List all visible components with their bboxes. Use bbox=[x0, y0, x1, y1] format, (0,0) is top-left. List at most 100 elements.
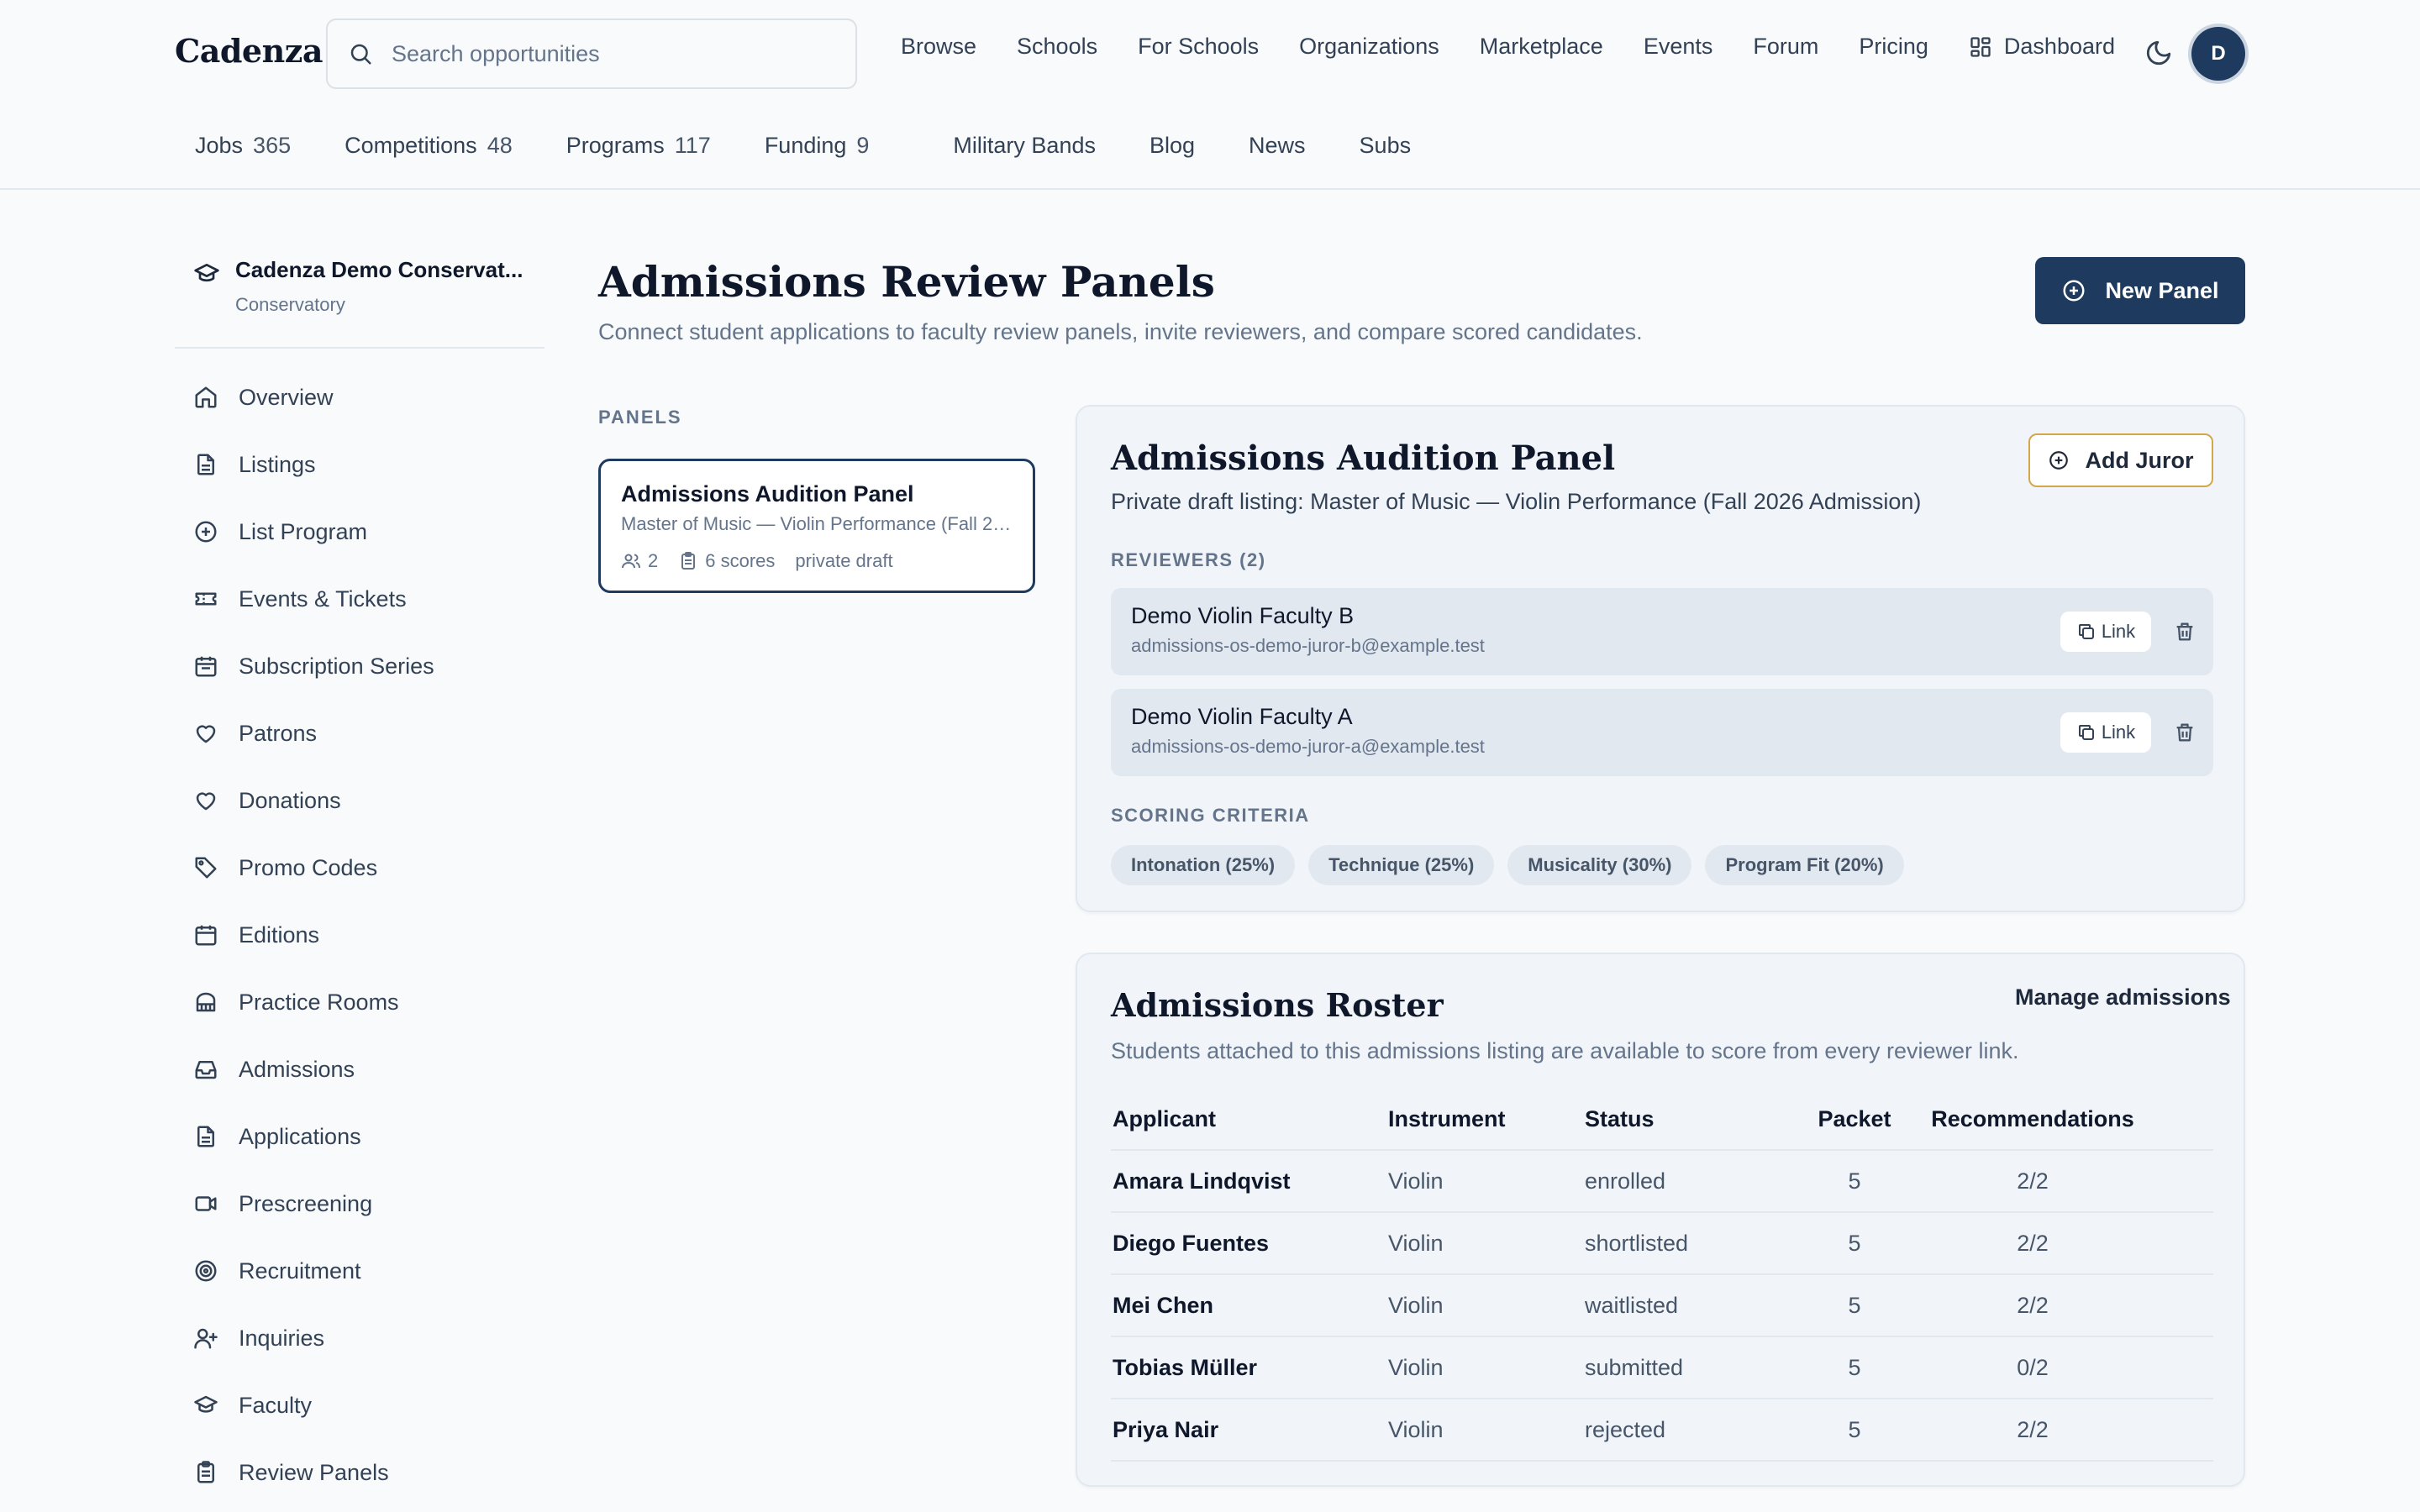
sidebar-item-inquiries[interactable]: Inquiries bbox=[193, 1305, 546, 1372]
criteria-chips: Intonation (25%) Technique (25%) Musical… bbox=[1111, 845, 1918, 885]
graduation-cap-icon bbox=[193, 1393, 224, 1418]
column-header[interactable]: Recommendations bbox=[1919, 1106, 2146, 1132]
status: rejected bbox=[1585, 1416, 1666, 1442]
nav-forum[interactable]: Forum bbox=[1753, 34, 1818, 60]
nav-browse[interactable]: Browse bbox=[901, 34, 976, 60]
panel-list-item[interactable]: Admissions Audition Panel Master of Musi… bbox=[598, 459, 1035, 593]
ticket-icon bbox=[193, 586, 224, 612]
table-row[interactable]: Tobias Müller Violin submitted 5 0/2 bbox=[1111, 1337, 2213, 1399]
search-box[interactable] bbox=[326, 18, 857, 89]
subnav-programs[interactable]: Programs 117 bbox=[566, 133, 711, 159]
search-input[interactable] bbox=[392, 40, 812, 67]
nav-schools[interactable]: Schools bbox=[1017, 34, 1097, 60]
table-row[interactable]: Amara Lindqvist Violin enrolled 5 2/2 bbox=[1111, 1151, 2213, 1213]
reviewer-row: Demo Violin Faculty B admissions-os-demo… bbox=[1111, 588, 2213, 675]
panel-status: private draft bbox=[795, 550, 893, 571]
sidebar-item-donations[interactable]: Donations bbox=[193, 767, 546, 834]
plus-circle-icon bbox=[193, 519, 224, 544]
subnav-competitions[interactable]: Competitions 48 bbox=[345, 133, 513, 159]
trash-icon[interactable] bbox=[2173, 620, 2196, 643]
criteria-chip: Musicality (30%) bbox=[1507, 845, 1692, 885]
column-header[interactable]: Status bbox=[1585, 1106, 1790, 1132]
logo[interactable]: Cadenza bbox=[175, 32, 323, 70]
sidebar-item-applications[interactable]: Applications bbox=[193, 1103, 546, 1170]
column-header[interactable]: Instrument bbox=[1388, 1106, 1585, 1132]
sidebar-item-recruitment[interactable]: Recruitment bbox=[193, 1237, 546, 1305]
column-header[interactable]: Packet bbox=[1790, 1106, 1919, 1132]
add-juror-label: Add Juror bbox=[2085, 447, 2194, 473]
packet-count: 5 bbox=[1848, 1354, 1861, 1380]
reviewers-label: REVIEWERS (2) bbox=[1111, 549, 1266, 570]
status: shortlisted bbox=[1585, 1230, 1689, 1256]
panel-reviewer-count: 2 bbox=[621, 550, 658, 572]
heart-icon bbox=[193, 788, 224, 813]
org-name: Cadenza Demo Conservat... bbox=[235, 257, 523, 282]
applicant-name: Priya Nair bbox=[1113, 1416, 1219, 1442]
copy-link-button[interactable]: Link bbox=[2060, 612, 2151, 652]
criteria-chip: Intonation (25%) bbox=[1111, 845, 1296, 885]
sidebar-item-faculty[interactable]: Faculty bbox=[193, 1372, 546, 1439]
subnav-news[interactable]: News bbox=[1249, 133, 1306, 159]
sidebar-item-editions[interactable]: Editions bbox=[193, 901, 546, 969]
column-header[interactable]: Applicant bbox=[1111, 1106, 1388, 1132]
video-icon bbox=[193, 1191, 224, 1216]
criteria-chip: Technique (25%) bbox=[1308, 845, 1495, 885]
avatar[interactable]: D bbox=[2191, 27, 2245, 81]
nav-dashboard[interactable]: Dashboard bbox=[1969, 34, 2115, 60]
sidebar-item-subscription-series[interactable]: Subscription Series bbox=[193, 633, 546, 700]
sidebar-item-admissions[interactable]: Admissions bbox=[193, 1036, 546, 1103]
add-juror-button[interactable]: Add Juror bbox=[2028, 433, 2213, 487]
nav-events[interactable]: Events bbox=[1644, 34, 1713, 60]
clipboard-icon bbox=[678, 551, 698, 571]
sidebar-item-listings[interactable]: Listings bbox=[193, 431, 546, 498]
main-nav: Browse Schools For Schools Organizations… bbox=[901, 34, 2115, 60]
new-panel-label: New Panel bbox=[2105, 277, 2219, 303]
recommendations: 0/2 bbox=[2017, 1354, 2049, 1380]
subnav-funding[interactable]: Funding 9 bbox=[765, 133, 870, 159]
inbox-icon bbox=[193, 1057, 224, 1082]
criteria-chip: Program Fit (20%) bbox=[1705, 845, 1904, 885]
reviewer-email: admissions-os-demo-juror-b@example.test bbox=[1131, 635, 1485, 656]
roster-subtitle: Students attached to this admissions lis… bbox=[1111, 1038, 2019, 1063]
sidebar-item-practice-rooms[interactable]: Practice Rooms bbox=[193, 969, 546, 1036]
table-header: Applicant Instrument Status Packet Recom… bbox=[1111, 1089, 2213, 1151]
manage-admissions-link[interactable]: Manage admissions bbox=[2015, 984, 2231, 1011]
sidebar-divider bbox=[175, 347, 544, 349]
subnav-military-bands[interactable]: Military Bands bbox=[953, 133, 1096, 159]
subnav-jobs[interactable]: Jobs 365 bbox=[195, 133, 291, 159]
new-panel-button[interactable]: New Panel bbox=[2035, 257, 2245, 324]
sidebar-item-prescreening[interactable]: Prescreening bbox=[193, 1170, 546, 1237]
trash-icon[interactable] bbox=[2173, 721, 2196, 744]
moon-icon[interactable] bbox=[2144, 39, 2173, 67]
table-row[interactable]: Priya Nair Violin rejected 5 2/2 bbox=[1111, 1399, 2213, 1462]
packet-count: 5 bbox=[1848, 1168, 1861, 1194]
top-bar: Cadenza Browse Schools For Schools Organ… bbox=[0, 0, 2420, 190]
copy-link-button[interactable]: Link bbox=[2060, 712, 2151, 753]
sidebar-item-events-tickets[interactable]: Events & Tickets bbox=[193, 565, 546, 633]
nav-marketplace[interactable]: Marketplace bbox=[1480, 34, 1603, 60]
sidebar-item-list-program[interactable]: List Program bbox=[193, 498, 546, 565]
org-type: Conservatory bbox=[235, 294, 345, 315]
reviewer-row: Demo Violin Faculty A admissions-os-demo… bbox=[1111, 689, 2213, 776]
nav-organizations[interactable]: Organizations bbox=[1299, 34, 1439, 60]
nav-pricing[interactable]: Pricing bbox=[1859, 34, 1928, 60]
table-row[interactable]: Diego Fuentes Violin shortlisted 5 2/2 bbox=[1111, 1213, 2213, 1275]
roster-table: Applicant Instrument Status Packet Recom… bbox=[1111, 1089, 2213, 1462]
instrument: Violin bbox=[1388, 1354, 1444, 1380]
recommendations: 2/2 bbox=[2017, 1292, 2049, 1318]
piano-icon bbox=[193, 990, 224, 1015]
reviewer-email: admissions-os-demo-juror-a@example.test bbox=[1131, 736, 1485, 757]
admissions-roster-card: Admissions Roster Manage admissions Stud… bbox=[1076, 953, 2245, 1487]
page-title: Admissions Review Panels bbox=[598, 257, 1215, 307]
subnav-blog[interactable]: Blog bbox=[1150, 133, 1195, 159]
document-icon bbox=[193, 452, 224, 477]
panel-score-count: 6 scores bbox=[678, 550, 775, 572]
sidebar-item-patrons[interactable]: Patrons bbox=[193, 700, 546, 767]
sidebar-item-overview[interactable]: Overview bbox=[193, 364, 546, 431]
status: enrolled bbox=[1585, 1168, 1666, 1194]
sidebar-item-promo-codes[interactable]: Promo Codes bbox=[193, 834, 546, 901]
nav-for-schools[interactable]: For Schools bbox=[1138, 34, 1259, 60]
table-row[interactable]: Mei Chen Violin waitlisted 5 2/2 bbox=[1111, 1275, 2213, 1337]
subnav-subs[interactable]: Subs bbox=[1360, 133, 1412, 159]
sidebar-item-review-panels[interactable]: Review Panels bbox=[193, 1439, 546, 1506]
